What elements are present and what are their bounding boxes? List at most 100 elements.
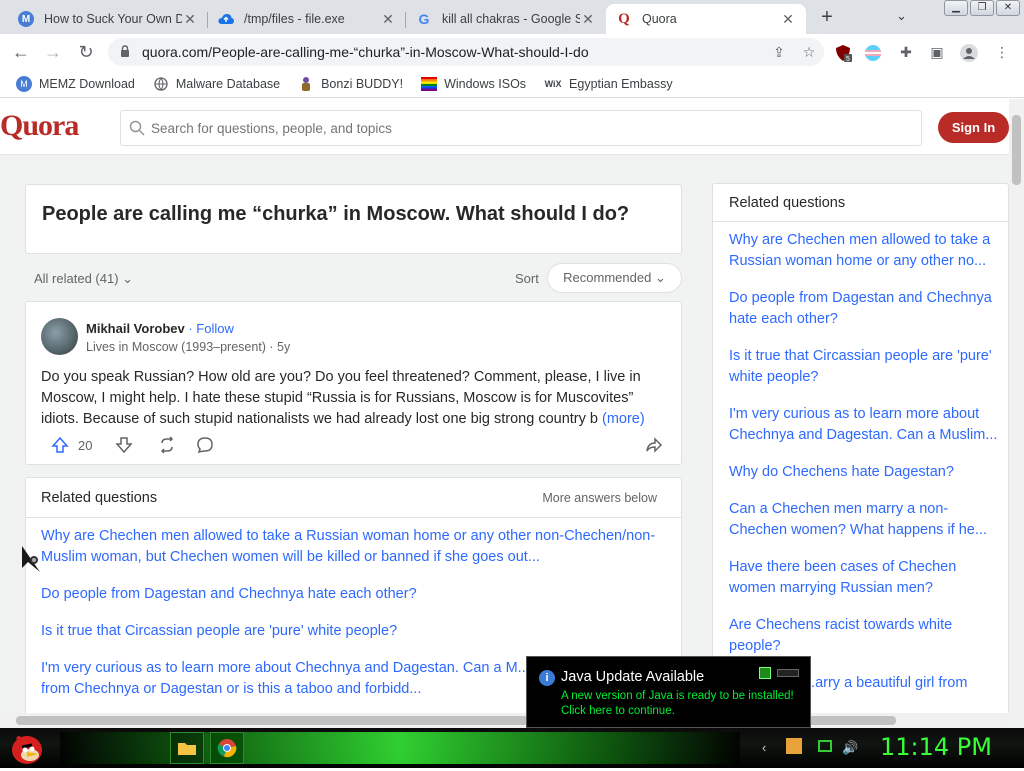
scrollbar-thumb[interactable] [1012,115,1021,185]
sidebar-question-link[interactable]: Have there been cases of Chechen women m… [729,557,1005,599]
comment-icon[interactable] [196,436,214,457]
close-tab-icon[interactable]: ✕ [580,11,596,28]
sidebar-question-link[interactable]: Is it true that Circassian people are 'p… [729,346,1005,388]
sidebar-related-heading: Related questions [713,184,1008,222]
chevron-down-icon: ⌄ [122,271,134,286]
downvote-button[interactable] [115,436,133,457]
close-tab-icon[interactable]: ✕ [182,11,198,28]
cloud-favicon-icon [218,11,234,27]
sort-value: Recommended [563,270,652,285]
bookmark-star-icon[interactable]: ☆ [794,44,824,61]
minimize-button[interactable]: ▁ [944,0,968,16]
sign-in-button[interactable]: Sign In [938,112,1009,143]
java-popup-options-icon[interactable] [759,667,771,679]
sidebar-question-link[interactable]: Are Chechens racist towards white people… [729,615,1005,657]
sidebar-question-link[interactable]: Do people from Dagestan and Chechnya hat… [729,288,1005,330]
bookmark-egyptian-embassy[interactable]: WiX Egyptian Embassy [544,76,673,92]
java-popup-close-button[interactable] [777,669,799,677]
sort-dropdown[interactable]: Recommended ⌄ [547,263,682,293]
extensions-puzzle-icon[interactable]: ✚ [897,44,915,62]
sidebar-question-link[interactable]: I'm very curious as to learn more about … [729,404,1005,446]
java-popup-line1[interactable]: A new version of Java is ready to be ins… [561,690,794,702]
profile-avatar-icon[interactable] [960,44,978,62]
related-question-link[interactable]: Is it true that Circassian people are 'p… [41,621,661,642]
close-tab-icon[interactable]: ✕ [380,11,396,28]
more-link[interactable]: (more) [602,411,645,427]
tab-title: /tmp/files - file.exe [244,12,345,26]
wix-icon: WiX [544,78,562,89]
taskbar-file-explorer-icon[interactable] [170,732,204,764]
answer-author[interactable]: Mikhail Vorobev · Follow [86,321,234,336]
ublock-extension-icon[interactable]: 5 [834,44,852,63]
start-button-angry-bird-icon[interactable] [8,730,46,766]
bookmark-bonzi-buddy[interactable]: Bonzi BUDDY! [298,76,403,92]
sidebar-question-link[interactable]: Why are Chechen men allowed to take a Ru… [729,230,1005,272]
tray-expand-icon[interactable]: ‹ [762,740,766,755]
upvote-button[interactable] [51,436,69,457]
tab-search-chevron-icon[interactable]: ⌄ [896,8,907,24]
all-related-dropdown[interactable]: All related (41) ⌄ [34,271,133,287]
share-icon[interactable]: ⇪ [764,44,794,61]
side-panel-icon[interactable]: ▣ [928,44,946,62]
close-tab-icon[interactable]: ✕ [780,11,796,28]
memz-favicon-icon: M [18,11,34,27]
related-question-link[interactable]: Do people from Dagestan and Chechnya hat… [41,584,661,605]
chevron-down-icon: ⌄ [654,270,666,285]
bookmark-memz[interactable]: M MEMZ Download [16,75,135,92]
back-button[interactable]: ← [10,42,32,63]
tab-3[interactable]: G kill all chakras - Google S ✕ [406,4,606,34]
lock-icon[interactable] [120,44,134,60]
related-question-link[interactable]: Why are Chechen men allowed to take a Ru… [41,526,661,568]
quora-search-box[interactable] [120,110,922,146]
tab-quora-active[interactable]: Q Quora ✕ [606,4,806,34]
java-popup-line2[interactable]: Click here to continue. [561,705,675,717]
share-reshare-icon[interactable] [158,436,176,457]
author-name[interactable]: Mikhail Vorobev [86,321,185,336]
horizontal-scrollbar[interactable] [0,713,1009,728]
quora-logo[interactable]: Quora [0,109,79,143]
bookmark-windows-isos[interactable]: Windows ISOs [421,76,526,92]
taskbar-clock[interactable]: 11:14 PM [880,733,992,761]
memz-bookmark-icon: M [16,75,32,92]
more-answers-below: More answers below [542,491,657,505]
close-window-button[interactable]: ✕ [996,0,1020,16]
forward-button[interactable]: → [42,42,64,63]
vertical-scrollbar[interactable] [1009,99,1024,719]
tab-title: How to Suck Your Own D [44,12,182,26]
bookmark-malware-database[interactable]: Malware Database [153,76,280,92]
tab-2[interactable]: /tmp/files - file.exe ✕ [208,4,406,34]
new-tab-button[interactable]: + [814,6,840,30]
maximize-button[interactable]: ❐ [970,0,994,16]
answer-card: Mikhail Vorobev · Follow Lives in Moscow… [25,301,682,465]
follow-link[interactable]: · Follow [188,321,234,336]
tray-java-icon[interactable] [786,738,802,754]
address-bar[interactable]: quora.com/People-are-calling-me-“churka”… [108,38,824,66]
author-credential: Lives in Moscow (1993–present) · 5y [86,340,291,354]
menu-kebab-icon[interactable]: ⋮ [993,44,1011,62]
sidebar-question-link[interactable]: Why do Chechens hate Dagestan? [729,462,1005,483]
bookmark-label: Malware Database [175,76,281,91]
tray-network-icon[interactable] [818,740,832,752]
tab-1[interactable]: M How to Suck Your Own D ✕ [8,4,208,34]
sidebar-question-link[interactable]: ...arry a beautiful girl from [803,673,1024,694]
sort-label: Sort [515,271,539,286]
tab-title: Quora [642,12,677,26]
sidebar-question-link[interactable]: Can a Chechen men marry a non-Chechen wo… [729,499,1005,541]
taskbar: ‹ 🔊 11:14 PM [0,728,1024,768]
quora-header: Quora Sign In [0,99,1009,155]
java-update-popup[interactable]: i Java Update Available A new version of… [526,656,811,728]
bookmark-label: Bonzi BUDDY! [321,76,404,91]
trans-flag-extension-icon[interactable] [864,44,882,62]
url-text[interactable]: quora.com/People-are-calling-me-“churka”… [142,44,764,60]
taskbar-chrome-icon[interactable] [210,732,244,764]
search-input[interactable] [151,120,921,136]
reload-button[interactable]: ↻ [75,42,97,63]
window-controls: ▁ ❐ ✕ [944,0,1020,16]
share-arrow-icon[interactable] [645,436,663,457]
avatar[interactable] [41,318,78,355]
related-heading: Related questions More answers below [26,478,681,518]
tray-volume-icon[interactable]: 🔊 [842,740,858,756]
tab-title: kill all chakras - Google S [442,12,580,26]
related-questions-sidebar: Related questions Why are Chechen men al… [712,183,1009,729]
quora-favicon-icon: Q [618,10,630,27]
